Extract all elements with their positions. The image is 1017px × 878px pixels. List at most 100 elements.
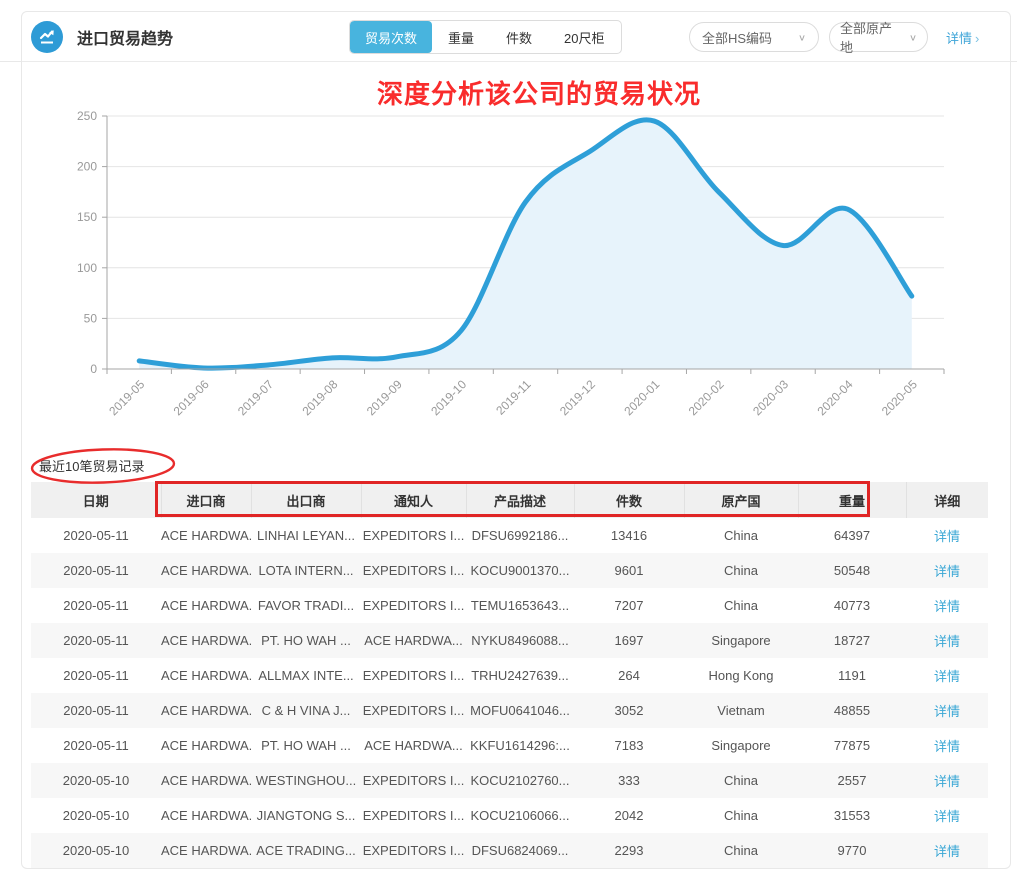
cell-weight: 2557 [798, 763, 906, 798]
cell-weight: 48855 [798, 693, 906, 728]
row-detail-link[interactable]: 详情 [934, 844, 960, 859]
cell-product-desc: KKFU1614296:... [466, 728, 574, 763]
records-table: 日期 进口商 出口商 通知人 产品描述 件数 原产国 重量 详细 2020-05… [31, 482, 988, 868]
cell-quantity: 2293 [574, 833, 684, 868]
cell-notify-party: EXPEDITORS I... [361, 658, 466, 693]
table-row: 2020-05-11ACE HARDWA...FAVOR TRADI...EXP… [31, 588, 988, 623]
tab-weight[interactable]: 重量 [432, 21, 490, 53]
col-header-detail: 详细 [906, 482, 988, 518]
chevron-right-icon: › [975, 31, 979, 46]
row-detail-link[interactable]: 详情 [934, 669, 960, 684]
cell-importer: ACE HARDWA... [161, 623, 251, 658]
cell-quantity: 13416 [574, 518, 684, 553]
tab-teu[interactable]: 20尺柜 [548, 21, 620, 53]
cell-weight: 64397 [798, 518, 906, 553]
cell-date: 2020-05-10 [31, 763, 161, 798]
cell-product-desc: NYKU8496088... [466, 623, 574, 658]
col-header-weight: 重量 [798, 482, 906, 518]
cell-importer: ACE HARDWA... [161, 518, 251, 553]
table-row: 2020-05-10ACE HARDWA...JIANGTONG S...EXP… [31, 798, 988, 833]
cell-quantity: 1697 [574, 623, 684, 658]
panel-detail-link[interactable]: 详情› [946, 28, 979, 47]
cell-quantity: 9601 [574, 553, 684, 588]
svg-text:2020-04: 2020-04 [814, 377, 855, 418]
cell-quantity: 264 [574, 658, 684, 693]
origin-dropdown-label: 全部原产地 [840, 18, 903, 56]
records-label: 最近10笔贸易记录 [39, 456, 144, 475]
cell-date: 2020-05-11 [31, 623, 161, 658]
tab-quantity[interactable]: 件数 [490, 21, 548, 53]
cell-product-desc: KOCU9001370... [466, 553, 574, 588]
svg-text:200: 200 [77, 160, 97, 174]
row-detail-link[interactable]: 详情 [934, 599, 960, 614]
table-row: 2020-05-10ACE HARDWA...ACE TRADING...EXP… [31, 833, 988, 868]
cell-exporter: PT. HO WAH ... [251, 728, 361, 763]
cell-origin-country: China [684, 518, 798, 553]
svg-text:2020-02: 2020-02 [686, 377, 727, 418]
cell-product-desc: DFSU6992186... [466, 518, 574, 553]
records-table-body: 2020-05-11ACE HARDWA...LINHAI LEYAN...EX… [31, 518, 988, 868]
cell-importer: ACE HARDWA... [161, 728, 251, 763]
cell-date: 2020-05-11 [31, 518, 161, 553]
chevron-down-icon: ∨ [909, 32, 917, 42]
col-header-notify-party: 通知人 [361, 482, 466, 518]
table-row: 2020-05-11ACE HARDWA...ALLMAX INTE...EXP… [31, 658, 988, 693]
svg-text:250: 250 [77, 109, 97, 123]
cell-origin-country: Singapore [684, 728, 798, 763]
cell-importer: ACE HARDWA... [161, 798, 251, 833]
panel-header: 进口贸易趋势 贸易次数 重量 件数 20尺柜 全部HS编码 ∨ 全部原产地 ∨ … [22, 12, 1010, 62]
origin-dropdown[interactable]: 全部原产地 ∨ [829, 22, 928, 52]
row-detail-link[interactable]: 详情 [934, 774, 960, 789]
cell-origin-country: Singapore [684, 623, 798, 658]
import-trend-panel: 进口贸易趋势 贸易次数 重量 件数 20尺柜 全部HS编码 ∨ 全部原产地 ∨ … [21, 11, 1011, 869]
cell-importer: ACE HARDWA... [161, 658, 251, 693]
cell-quantity: 7207 [574, 588, 684, 623]
cell-weight: 77875 [798, 728, 906, 763]
table-row: 2020-05-11ACE HARDWA...C & H VINA J...EX… [31, 693, 988, 728]
row-detail-link[interactable]: 详情 [934, 634, 960, 649]
cell-date: 2020-05-11 [31, 728, 161, 763]
svg-text:2019-07: 2019-07 [235, 377, 276, 418]
row-detail-link[interactable]: 详情 [934, 529, 960, 544]
svg-text:2019-08: 2019-08 [299, 377, 340, 418]
svg-text:2019-11: 2019-11 [493, 377, 534, 418]
page-title: 进口贸易趋势 [77, 25, 173, 49]
cell-date: 2020-05-10 [31, 798, 161, 833]
cell-weight: 18727 [798, 623, 906, 658]
cell-quantity: 3052 [574, 693, 684, 728]
row-detail-link[interactable]: 详情 [934, 739, 960, 754]
cell-date: 2020-05-10 [31, 833, 161, 868]
cell-product-desc: MOFU0641046... [466, 693, 574, 728]
tab-trade-count[interactable]: 贸易次数 [350, 21, 432, 53]
cell-notify-party: ACE HARDWA... [361, 728, 466, 763]
cell-date: 2020-05-11 [31, 588, 161, 623]
cell-notify-party: EXPEDITORS I... [361, 833, 466, 868]
row-detail-link[interactable]: 详情 [934, 809, 960, 824]
cell-notify-party: EXPEDITORS I... [361, 763, 466, 798]
trend-chart-icon [31, 21, 63, 53]
svg-text:2020-05: 2020-05 [879, 377, 920, 418]
cell-weight: 50548 [798, 553, 906, 588]
cell-quantity: 2042 [574, 798, 684, 833]
cell-origin-country: China [684, 588, 798, 623]
col-header-importer: 进口商 [161, 482, 251, 518]
cell-origin-country: Hong Kong [684, 658, 798, 693]
cell-exporter: JIANGTONG S... [251, 798, 361, 833]
row-detail-link[interactable]: 详情 [934, 564, 960, 579]
row-detail-link[interactable]: 详情 [934, 704, 960, 719]
cell-importer: ACE HARDWA... [161, 588, 251, 623]
trend-area-chart: 0501001502002502019-052019-062019-072019… [22, 67, 1012, 439]
col-header-quantity: 件数 [574, 482, 684, 518]
svg-text:2019-10: 2019-10 [428, 377, 469, 418]
cell-quantity: 333 [574, 763, 684, 798]
cell-importer: ACE HARDWA... [161, 833, 251, 868]
hs-code-dropdown[interactable]: 全部HS编码 ∨ [689, 22, 819, 52]
cell-date: 2020-05-11 [31, 658, 161, 693]
svg-text:150: 150 [77, 210, 97, 224]
cell-origin-country: Vietnam [684, 693, 798, 728]
svg-text:2020-01: 2020-01 [621, 377, 662, 418]
cell-origin-country: China [684, 798, 798, 833]
svg-text:50: 50 [84, 311, 98, 325]
table-header-row: 日期 进口商 出口商 通知人 产品描述 件数 原产国 重量 详细 [31, 482, 988, 518]
table-row: 2020-05-11ACE HARDWA...LINHAI LEYAN...EX… [31, 518, 988, 553]
